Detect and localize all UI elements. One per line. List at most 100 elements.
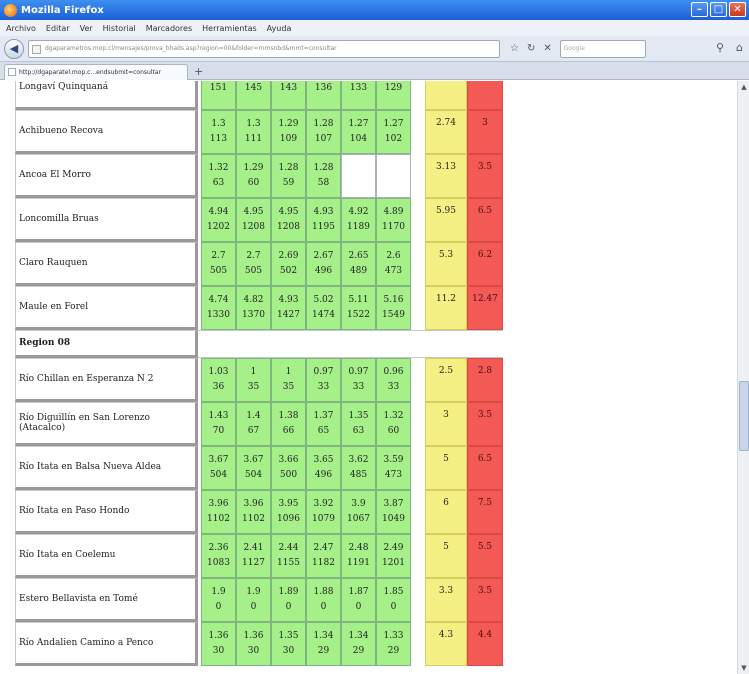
value-cell: 1.3 111 xyxy=(236,110,271,154)
station-name: Ancoa El Morro xyxy=(15,154,198,198)
flow-value: 113 xyxy=(209,134,228,144)
level-value: 2.67 xyxy=(313,251,334,261)
value-cell: 5.02 1474 xyxy=(306,286,341,330)
table-row: Maule en Forel 4.74 1330 4.82 1370 4.93 1427 5.… xyxy=(15,286,503,330)
level-value: 1.36 xyxy=(208,631,229,641)
cell-spacer xyxy=(411,358,425,402)
menu-item-herramientas[interactable]: Herramientas xyxy=(202,24,257,33)
bookmark-star-icon[interactable]: ☆ xyxy=(510,43,519,54)
value-cell: 1.27 104 xyxy=(341,110,376,154)
flow-value: 30 xyxy=(247,646,260,656)
value-cell: 2.6 473 xyxy=(376,242,411,286)
yellow-threshold-cell: 5.3 xyxy=(425,242,467,286)
level-value: 136 xyxy=(314,82,333,93)
page-icon xyxy=(32,44,41,54)
home-icon[interactable]: ⌂ xyxy=(736,41,743,54)
value-cell: 0.96 33 xyxy=(376,358,411,402)
flow-value: 1208 xyxy=(277,222,300,232)
flow-value: 65 xyxy=(317,426,330,436)
value-cell: 145 xyxy=(236,81,271,110)
value-cell: 1.32 60 xyxy=(376,402,411,446)
value-cell: 4.93 1427 xyxy=(271,286,306,330)
flow-value: 0 xyxy=(320,602,327,612)
cell-spacer xyxy=(411,198,425,242)
value-cell: 0.97 33 xyxy=(306,358,341,402)
flow-value: 1155 xyxy=(277,558,300,568)
value-cell: 136 xyxy=(306,81,341,110)
value-cell: 1.89 0 xyxy=(271,578,306,622)
value-cell: 3.62 485 xyxy=(341,446,376,490)
value-cell: 2.41 1127 xyxy=(236,534,271,578)
flow-value: 1067 xyxy=(347,514,370,524)
level-value: 1.85 xyxy=(383,587,404,597)
value-cell: 3.87 1049 xyxy=(376,490,411,534)
vertical-scrollbar[interactable]: ▲ ▼ xyxy=(737,81,749,674)
flow-value: 1474 xyxy=(312,310,335,320)
value-cell xyxy=(341,154,376,198)
table-row: Ancoa El Morro 1.32 63 1.29 60 1.28 59 1.28 58 3.… xyxy=(15,154,503,198)
flow-value: 1079 xyxy=(312,514,335,524)
reload-icon[interactable]: ↻ xyxy=(527,43,535,54)
value-cell: 1.34 29 xyxy=(341,622,376,666)
level-value: 1.4 xyxy=(246,411,261,421)
flow-value: 0 xyxy=(250,602,257,612)
url-bar[interactable]: dgaparametros.mop.cl/mensajes/prova_bhad… xyxy=(28,39,500,58)
search-icon[interactable]: ⚲ xyxy=(716,41,724,54)
value-cell: 1.85 0 xyxy=(376,578,411,622)
tab-active[interactable]: http://dgaparatel.mop.c...endsubmit=cons… xyxy=(4,64,188,80)
scroll-down-arrow-icon[interactable]: ▼ xyxy=(739,663,749,673)
flow-value: 1549 xyxy=(382,310,405,320)
scroll-thumb[interactable] xyxy=(739,381,749,451)
table-row: Claro Rauquen 2.7 505 2.7 505 2.69 502 2.67 496 2… xyxy=(15,242,503,286)
table-row: Río Andalien Camino a Penco 1.36 30 1.36 30 1… xyxy=(15,622,503,666)
station-name: Estero Bellavista en Tomé xyxy=(15,578,198,622)
new-tab-button[interactable]: + xyxy=(194,65,203,78)
tab-bar: http://dgaparatel.mop.c...endsubmit=cons… xyxy=(0,62,749,80)
level-value: 2.6 xyxy=(386,251,401,261)
scroll-up-arrow-icon[interactable]: ▲ xyxy=(739,82,749,92)
level-value: 1.88 xyxy=(313,587,334,597)
menu-item-ayuda[interactable]: Ayuda xyxy=(267,24,292,33)
level-value: 151 xyxy=(209,82,228,93)
value-cell: 3.67 504 xyxy=(236,446,271,490)
level-value: 2.7 xyxy=(246,251,261,261)
red-threshold-cell: 3 xyxy=(467,110,503,154)
level-value: 1.29 xyxy=(243,163,264,173)
cell-spacer xyxy=(411,286,425,330)
level-value: 1.29 xyxy=(278,119,299,129)
value-cell: 1.32 63 xyxy=(201,154,236,198)
level-value: 4.93 xyxy=(278,295,299,305)
search-input[interactable]: Google xyxy=(559,39,646,58)
yellow-threshold-cell: 11.2 xyxy=(425,286,467,330)
value-cell: 3.66 500 xyxy=(271,446,306,490)
value-cell: 1.28 107 xyxy=(306,110,341,154)
menu-item-historial[interactable]: Historial xyxy=(103,24,136,33)
yellow-threshold-cell: 3.3 xyxy=(425,578,467,622)
cell-spacer xyxy=(411,242,425,286)
level-value: 145 xyxy=(244,82,263,93)
back-button[interactable]: ◀ xyxy=(4,38,24,59)
level-value: 3.62 xyxy=(348,455,369,465)
cell-spacer xyxy=(411,154,425,198)
level-value: 1.9 xyxy=(246,587,261,597)
value-cell: 3.96 1102 xyxy=(201,490,236,534)
menu-item-marcadores[interactable]: Marcadores xyxy=(146,24,192,33)
minimize-button[interactable]: – xyxy=(691,2,708,17)
region-name: Region 08 xyxy=(15,330,198,358)
flow-value: 30 xyxy=(282,646,295,656)
menu-item-archivo[interactable]: Archivo xyxy=(6,24,36,33)
maximize-button[interactable]: □ xyxy=(710,2,727,17)
flow-value: 1049 xyxy=(382,514,405,524)
close-button[interactable]: ✕ xyxy=(729,2,746,17)
value-cell: 4.82 1370 xyxy=(236,286,271,330)
level-value: 1.3 xyxy=(246,119,261,129)
menu-item-ver[interactable]: Ver xyxy=(80,24,93,33)
menu-item-editar[interactable]: Editar xyxy=(46,24,70,33)
value-cell: 1.88 0 xyxy=(306,578,341,622)
level-value: 1.27 xyxy=(348,119,369,129)
yellow-threshold-cell: 6 xyxy=(425,490,467,534)
level-value: 1.28 xyxy=(313,163,334,173)
flow-value: 66 xyxy=(282,426,295,436)
stop-icon[interactable]: ✕ xyxy=(543,43,551,54)
value-cell: 3.92 1079 xyxy=(306,490,341,534)
